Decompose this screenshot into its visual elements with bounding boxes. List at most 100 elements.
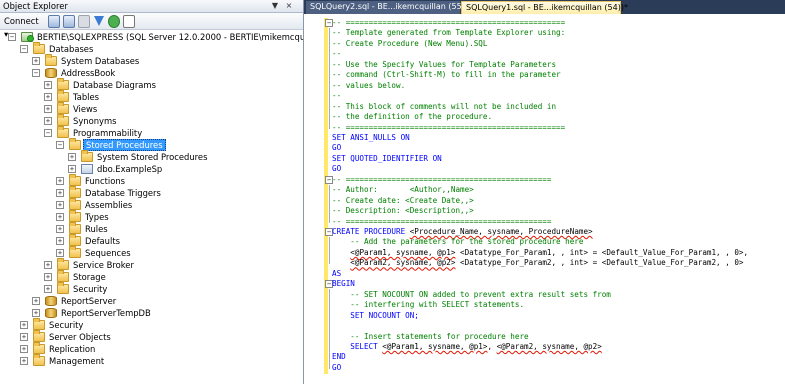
folder-icon <box>33 318 45 330</box>
expand-icon[interactable]: + <box>56 237 64 245</box>
expand-icon[interactable]: + <box>20 321 28 329</box>
sync-icon[interactable] <box>123 15 135 28</box>
collapse-icon[interactable]: − <box>8 33 16 41</box>
expand-icon[interactable]: + <box>56 213 64 221</box>
code-token: -- Description: <Description,,> <box>332 206 474 216</box>
code-token: -- interfering with SELECT statements. <box>332 300 525 310</box>
tree-node[interactable]: − BERTIE\SQLEXPRESS (SQL Server 12.0.2000… <box>0 31 303 43</box>
folder-icon <box>69 246 81 258</box>
code-line: SET NOCOUNT ON; <box>332 311 419 321</box>
collapse-icon[interactable]: − <box>32 69 40 77</box>
expand-icon[interactable]: + <box>68 153 76 161</box>
tree-node[interactable]: + Assemblies <box>0 198 303 211</box>
expand-icon[interactable]: + <box>44 117 52 125</box>
expand-icon[interactable]: + <box>68 165 76 173</box>
tree-node[interactable]: + Storage <box>0 270 303 283</box>
tree-node[interactable]: − AddressBook <box>0 67 303 79</box>
tree-node[interactable]: + Security <box>0 282 303 295</box>
tree-node[interactable]: + Rules <box>0 222 303 235</box>
expand-icon[interactable]: + <box>20 345 28 353</box>
expand-icon[interactable]: + <box>32 297 40 305</box>
tree-node[interactable]: + Service Broker <box>0 258 303 271</box>
tree-node[interactable]: − Stored Procedures <box>0 138 303 151</box>
code-token: -- the definition of the procedure. <box>332 112 493 122</box>
tree-node-label: Sequences <box>85 248 131 258</box>
code-token: -- =====================================… <box>332 18 566 27</box>
tree-node[interactable]: + Database Diagrams <box>0 78 303 91</box>
tree-node[interactable]: + Replication <box>0 342 303 355</box>
code-line: GO <box>332 143 341 153</box>
expand-icon[interactable]: + <box>44 81 52 89</box>
tree-node[interactable]: + Tables <box>0 90 303 103</box>
refresh-icon[interactable] <box>108 15 120 28</box>
tree-node[interactable]: + System Databases <box>0 54 303 67</box>
close-icon[interactable]: × <box>284 0 294 12</box>
tree-node[interactable]: + ReportServerTempDB <box>0 307 303 319</box>
expand-icon[interactable]: + <box>32 57 40 65</box>
folder-icon <box>69 186 81 198</box>
database-icon <box>45 296 57 306</box>
expand-icon[interactable]: + <box>32 309 40 317</box>
expand-icon[interactable]: + <box>56 249 64 257</box>
tree-node-label: ReportServerTempDB <box>61 308 151 318</box>
expand-icon[interactable]: + <box>44 273 52 281</box>
tree-node[interactable]: + Sequences <box>0 246 303 259</box>
code-token: AS <box>332 268 342 278</box>
code-line: -- Template generated from Template Expl… <box>332 28 565 38</box>
collapse-icon[interactable]: − <box>44 129 52 137</box>
pin-icon[interactable]: ▼ <box>270 0 280 12</box>
code-token: -- Add the parameters for the stored pro… <box>332 237 584 247</box>
connect-button[interactable]: Connect ▾ <box>4 15 44 39</box>
code-area[interactable]: -- =====================================… <box>329 14 785 384</box>
code-line: -- Create date: <Create Date,,> <box>332 196 474 206</box>
tab-sqlquery1[interactable]: SQLQuery1.sql - BE...ikemcquillan (54))* <box>461 1 628 14</box>
connect-object-icon[interactable] <box>48 15 60 28</box>
tree-node[interactable]: − Programmability <box>0 126 303 139</box>
code-token: -- Insert statements for procedure here <box>332 331 529 341</box>
code-line: SELECT <@Param1, sysname, @p1>, <@Param2… <box>332 341 601 352</box>
disconnect-icon[interactable] <box>63 15 75 28</box>
tree-node-label: Databases <box>49 44 94 54</box>
tree-node-label: System Stored Procedures <box>97 152 208 162</box>
tree-node[interactable]: + Management <box>0 354 303 367</box>
code-line: -- command (Ctrl-Shift-M) to fill in the… <box>332 70 561 80</box>
expand-icon[interactable]: + <box>44 261 52 269</box>
code-token: SELECT <box>332 341 383 351</box>
tree-node[interactable]: + Functions <box>0 174 303 187</box>
editor-gutter: − − − − <box>304 14 333 384</box>
expand-icon[interactable]: + <box>56 225 64 233</box>
tree-node[interactable]: + Types <box>0 210 303 223</box>
tree-node-label: Types <box>85 212 109 222</box>
expand-icon[interactable]: + <box>56 189 64 197</box>
stop-icon[interactable] <box>78 15 90 28</box>
expand-icon[interactable]: + <box>20 333 28 341</box>
tree-node[interactable]: + Defaults <box>0 234 303 247</box>
tree-node[interactable]: + ReportServer <box>0 295 303 307</box>
expand-icon[interactable]: + <box>44 93 52 101</box>
tree-node[interactable]: + Server Objects <box>0 330 303 343</box>
collapse-icon[interactable]: − <box>20 45 28 53</box>
folder-icon <box>57 102 69 114</box>
code-line: BEGIN <box>332 279 355 289</box>
code-line: SET QUOTED_IDENTIFIER ON <box>332 154 442 164</box>
expand-icon[interactable]: + <box>56 201 64 209</box>
tree-node[interactable]: + Security <box>0 318 303 331</box>
tree-node-label: Tables <box>73 92 100 102</box>
expand-icon[interactable]: + <box>20 357 28 365</box>
expand-icon[interactable]: + <box>44 105 52 113</box>
tree-node[interactable]: + Views <box>0 102 303 115</box>
code-line: -- =====================================… <box>332 18 565 28</box>
tree-node[interactable]: + Database Triggers <box>0 186 303 199</box>
database-icon <box>45 68 57 78</box>
tab-sqlquery2[interactable]: SQLQuery2.sql - BE...ikemcquillan (55))× <box>306 1 479 14</box>
filter-icon[interactable] <box>94 16 104 26</box>
collapse-icon[interactable]: − <box>56 141 64 149</box>
tree-node-label: Security <box>73 284 108 294</box>
tree-node[interactable]: + System Stored Procedures <box>0 150 303 163</box>
tree-node[interactable]: + dbo.ExampleSp <box>0 163 303 175</box>
tree-node[interactable]: + Synonyms <box>0 114 303 127</box>
expand-icon[interactable]: + <box>44 285 52 293</box>
expand-icon[interactable]: + <box>56 177 64 185</box>
